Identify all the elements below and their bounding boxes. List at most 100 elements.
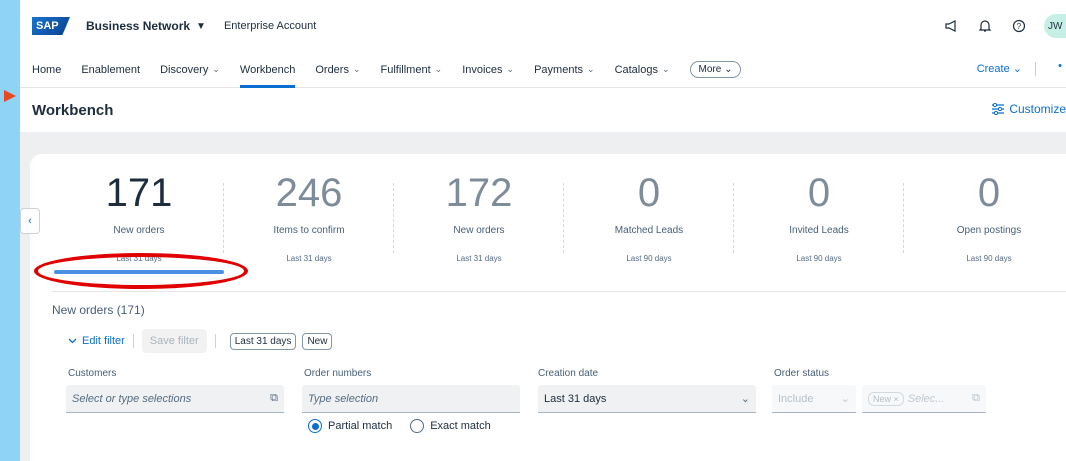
tile-matched-leads[interactable]: 0 Matched Leads Last 90 days [564, 165, 734, 275]
order-status-placeholder: Selec... [907, 392, 945, 405]
filter-toolbar: Edit filter Save filter Last 31 days New [68, 329, 333, 353]
nav-label: Orders [315, 63, 349, 76]
save-filter-button[interactable]: Save filter [141, 329, 207, 353]
nav-label: Fulfillment [380, 63, 431, 76]
chevron-down-icon [68, 338, 77, 344]
exact-match-label: Exact match [430, 420, 491, 432]
status-token[interactable]: New × [868, 391, 904, 406]
collapse-panel-button[interactable]: ‹ [20, 208, 40, 234]
customize-button[interactable]: Customize [991, 102, 1066, 116]
chevron-down-icon: ⌄ [434, 64, 443, 74]
nav-item-invoices[interactable]: Invoices ⌄ [462, 52, 514, 88]
page-header: Workbench Customize [20, 88, 1066, 132]
nav-item-fulfillment[interactable]: Fulfillment ⌄ [381, 52, 443, 88]
chevron-down-icon: ⌄ [506, 64, 515, 74]
creation-date-label: Creation date [538, 368, 599, 379]
nav-item-orders[interactable]: Orders ⌄ [315, 52, 360, 88]
partial-match-label: Partial match [328, 420, 393, 432]
value-help-icon[interactable]: ⧉ [972, 392, 980, 405]
megaphone-icon[interactable] [942, 17, 960, 35]
filter-chip-period[interactable]: Last 31 days [229, 332, 297, 350]
annotation-arrow [4, 90, 16, 102]
tile-label: Open postings [956, 225, 1022, 236]
product-name[interactable]: Business Network [86, 19, 190, 33]
tile-period: Last 90 days [966, 254, 1012, 263]
nav-item-catalogs[interactable]: Catalogs ⌄ [615, 52, 670, 88]
nav-label: Invoices [462, 63, 503, 76]
tile-label: Invited Leads [789, 225, 849, 236]
match-mode-group: Partial match Exact match [308, 419, 491, 433]
tile-new-orders-2[interactable]: 172 New orders Last 31 days [394, 165, 564, 275]
tile-label: New orders [113, 225, 165, 236]
tile-value: 0 [637, 171, 661, 215]
tile-label: Items to confirm [273, 225, 345, 236]
chevron-down-icon: ⌄ [840, 393, 850, 405]
nav-item-payments[interactable]: Payments ⌄ [534, 52, 594, 88]
nav-item-discovery[interactable]: Discovery ⌄ [160, 52, 220, 88]
main-navigation: Home Enablement Discovery ⌄ Workbench Ord… [20, 52, 1066, 88]
nav-item-enablement[interactable]: Enablement [81, 52, 140, 88]
tile-value: 0 [977, 171, 1001, 215]
order-numbers-input[interactable]: Type selection [302, 385, 520, 413]
shell-actions: ? JW [942, 14, 1066, 38]
order-status-label: Order status [774, 368, 830, 379]
bell-icon[interactable] [976, 17, 994, 35]
creation-date-value: Last 31 days [544, 392, 607, 405]
tile-label: Matched Leads [614, 225, 684, 236]
tile-period: Last 90 days [796, 254, 842, 263]
section-title: New orders (171) [52, 303, 145, 317]
value-help-icon[interactable]: ⧉ [270, 392, 278, 405]
tile-value: 171 [105, 171, 173, 215]
edit-filter-button[interactable]: Edit filter [68, 335, 125, 347]
order-status-input[interactable]: New × Selec... ⧉ [862, 385, 986, 413]
tile-period: Last 90 days [626, 254, 672, 263]
help-icon[interactable]: ? [1010, 17, 1028, 35]
sap-logo[interactable]: SAP [32, 17, 70, 35]
tile-open-postings[interactable]: 0 Open postings Last 90 days [904, 165, 1066, 275]
partial-match-radio[interactable] [308, 419, 322, 433]
account-type: Enterprise Account [223, 20, 317, 32]
exact-match-radio[interactable] [410, 419, 425, 433]
tile-invited-leads[interactable]: 0 Invited Leads Last 90 days [734, 165, 904, 275]
more-menu-button[interactable]: More ⌄ [689, 61, 742, 78]
creation-date-select[interactable]: Last 31 days ⌄ [538, 385, 756, 413]
nav-label: Enablement [81, 63, 141, 76]
filter-chip-status[interactable]: New [302, 332, 333, 350]
svg-text:?: ? [1017, 22, 1022, 31]
section-divider [52, 291, 1066, 292]
annotation-circle [34, 253, 248, 289]
edit-filter-label: Edit filter [82, 335, 125, 347]
chevron-down-icon: ⌄ [740, 393, 750, 405]
nav-divider [1035, 62, 1036, 76]
create-menu-button[interactable]: Create ⌄ [977, 62, 1022, 75]
chevron-down-icon: ⌄ [212, 64, 220, 74]
tile-label: New orders [453, 225, 505, 236]
tile-items-to-confirm[interactable]: 246 Items to confirm Last 31 days [224, 165, 394, 275]
nav-item-workbench[interactable]: Workbench [239, 52, 296, 88]
toolbar-divider [214, 334, 216, 348]
nav-label: Workbench [239, 63, 296, 76]
nav-label: Payments [534, 63, 584, 76]
tile-value: 0 [807, 171, 831, 215]
customize-icon [992, 103, 1005, 115]
app-frame: SAP Business Network ▼ Enterprise Accoun… [20, 0, 1066, 461]
left-edge-strip [0, 0, 20, 461]
chevron-down-icon: ⌄ [352, 64, 361, 74]
nav-label: Catalogs [614, 63, 658, 76]
chevron-down-icon: ⌄ [587, 64, 595, 74]
operator-value: Include [778, 392, 814, 405]
user-avatar[interactable]: JW [1044, 14, 1066, 38]
tile-value: 172 [445, 171, 513, 215]
customers-label: Customers [68, 368, 117, 379]
overflow-icon[interactable]: • [1058, 60, 1062, 72]
nav-item-home[interactable]: Home [32, 52, 61, 88]
order-numbers-placeholder: Type selection [308, 392, 379, 405]
order-status-operator-select[interactable]: Include ⌄ [772, 385, 856, 413]
product-menu-icon[interactable]: ▼ [196, 21, 206, 32]
chevron-down-icon: ⌄ [661, 64, 670, 74]
customers-input[interactable]: Select or type selections ⧉ [66, 385, 284, 413]
toolbar-divider [132, 334, 134, 348]
shell-bar: SAP Business Network ▼ Enterprise Accoun… [20, 0, 1066, 52]
page-title: Workbench [32, 101, 114, 119]
nav-label: Discovery [160, 63, 209, 76]
